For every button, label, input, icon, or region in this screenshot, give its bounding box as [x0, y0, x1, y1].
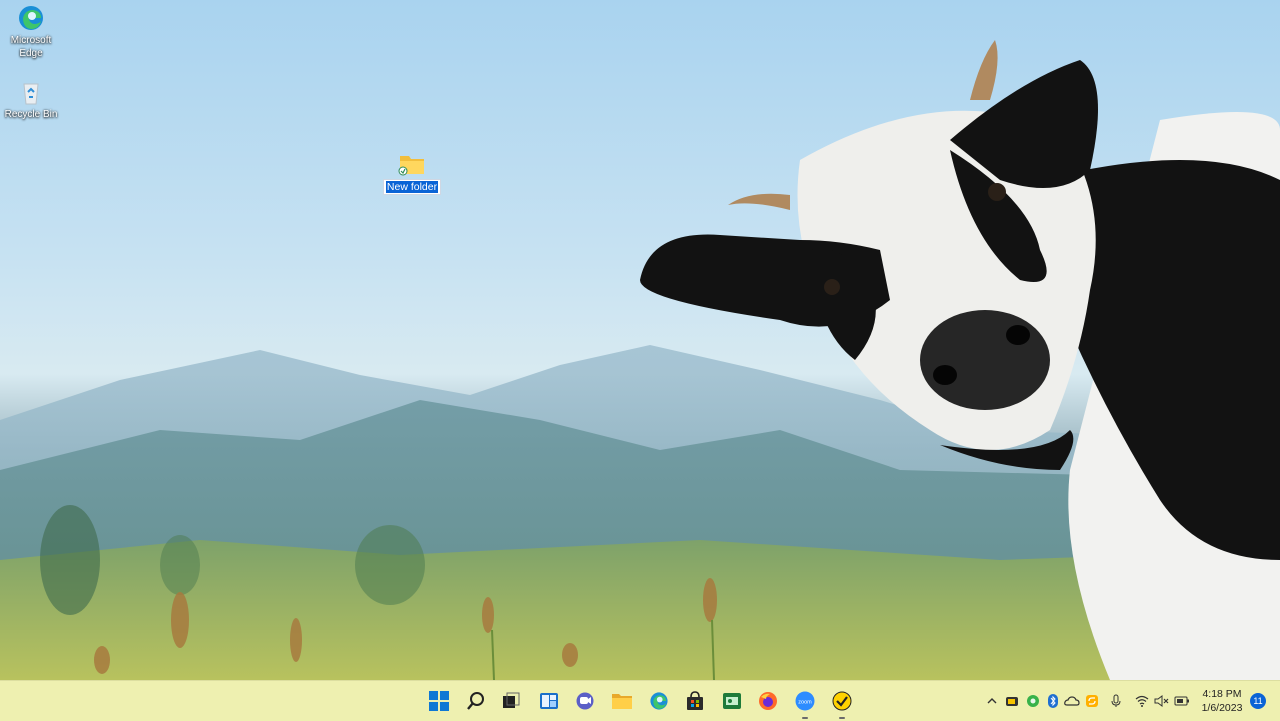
game-icon	[723, 693, 741, 709]
edge-button[interactable]	[647, 689, 671, 713]
notification-badge[interactable]: 11	[1250, 693, 1266, 709]
clock-time: 4:18 PM	[1202, 688, 1242, 700]
file-explorer-button[interactable]	[610, 689, 634, 713]
game-button[interactable]	[720, 689, 744, 713]
speaker-muted-icon	[1154, 695, 1169, 707]
tray-app-battery[interactable]	[1004, 693, 1020, 709]
clock[interactable]: 4:18 PM 1/6/2023	[1198, 687, 1246, 715]
task-view-button[interactable]	[499, 689, 523, 713]
chat-button[interactable]	[573, 689, 597, 713]
sync-icon	[1086, 695, 1098, 707]
microphone-icon	[1111, 694, 1121, 707]
green-app-icon	[1027, 695, 1039, 707]
folder-icon	[398, 152, 426, 176]
tray-onedrive[interactable]	[1064, 693, 1080, 709]
tray-sync[interactable]	[1084, 693, 1100, 709]
battery-icon	[1174, 696, 1189, 706]
search-icon	[467, 692, 484, 710]
task-view-icon	[503, 692, 520, 708]
cloud-icon	[1064, 696, 1080, 706]
running-indicator	[839, 717, 845, 719]
new-folder-item[interactable]: New folder	[382, 152, 442, 195]
clock-date: 1/6/2023	[1201, 702, 1243, 714]
zoom-button[interactable]: zoom	[793, 689, 817, 719]
desktop-icon-label: Microsoft Edge	[10, 35, 52, 59]
taskbar: zoom 4:18 PM 1/6/2023 11	[0, 680, 1280, 721]
tray-volume[interactable]	[1154, 693, 1170, 709]
search-button[interactable]	[464, 689, 488, 713]
cow-wallpaper-image	[640, 40, 1280, 680]
firefox-button[interactable]	[756, 689, 780, 713]
tray-app-green[interactable]	[1025, 693, 1041, 709]
desktop-icon-recycle-bin[interactable]: Recycle Bin	[0, 78, 62, 121]
widgets-button[interactable]	[537, 689, 561, 713]
chat-icon	[576, 692, 594, 710]
windows-start-icon	[429, 691, 449, 711]
bluetooth-icon	[1048, 694, 1058, 708]
tray-wifi[interactable]	[1134, 693, 1150, 709]
tray-microphone[interactable]	[1108, 693, 1124, 709]
folder-icon	[612, 694, 632, 709]
tray-battery[interactable]	[1174, 693, 1190, 709]
show-hidden-icons-button[interactable]	[984, 693, 1000, 709]
battery-app-icon	[1006, 697, 1018, 706]
recycle-bin-icon	[17, 78, 45, 106]
desktop-icon-edge[interactable]: Microsoft Edge	[0, 4, 62, 60]
zoom-logo-text: zoom	[798, 700, 812, 706]
rename-input[interactable]: New folder	[382, 179, 442, 195]
edge-icon	[17, 4, 45, 32]
widgets-icon	[540, 693, 558, 709]
start-button[interactable]	[427, 689, 451, 713]
tray-bluetooth[interactable]	[1045, 693, 1061, 709]
zoom-icon: zoom	[795, 691, 815, 711]
norton-button[interactable]	[830, 689, 854, 719]
desktop-icon-label: Recycle Bin	[4, 109, 58, 120]
store-icon	[687, 691, 703, 710]
chevron-up-icon	[987, 698, 997, 704]
wifi-icon	[1135, 695, 1149, 707]
rename-selected-text: New folder	[385, 181, 439, 193]
checkmark-badge-icon	[832, 691, 852, 711]
desktop[interactable]: Microsoft Edge Recycle Bin New folder	[0, 0, 1280, 680]
store-button[interactable]	[683, 689, 707, 713]
running-indicator	[802, 717, 808, 719]
edge-icon	[650, 692, 668, 710]
firefox-icon	[759, 692, 777, 710]
